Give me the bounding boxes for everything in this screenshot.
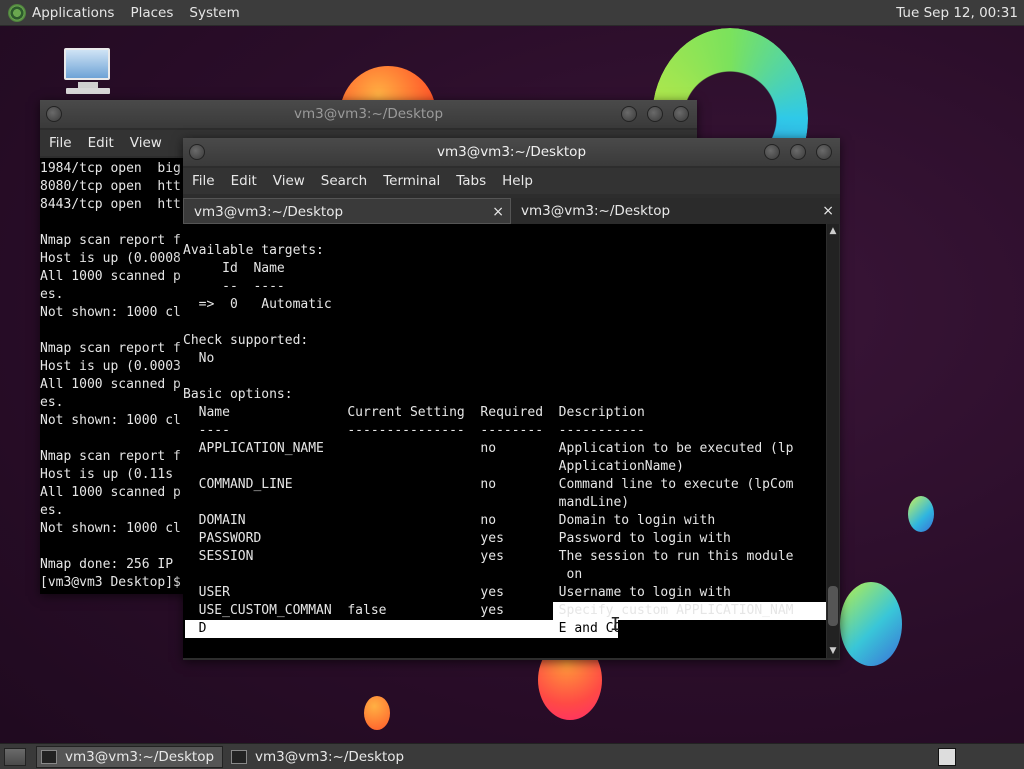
terminal-line: es.: [40, 503, 64, 518]
terminal-line: D E and COMMAND_LINE: [183, 621, 700, 636]
terminal-line: Check supported:: [183, 333, 309, 348]
decorative-blue-circle: [908, 496, 934, 532]
window-title: vm3@vm3:~/Desktop: [436, 144, 587, 160]
menu-help[interactable]: Help: [502, 173, 533, 189]
minimize-icon[interactable]: [764, 144, 780, 160]
terminal-line: [vm3@vm3 Desktop]$: [40, 575, 181, 590]
menu-file[interactable]: File: [192, 173, 215, 189]
tab-terminal-2[interactable]: vm3@vm3:~/Desktop ×: [511, 198, 840, 224]
terminal-window-front[interactable]: vm3@vm3:~/Desktop File Edit View Search …: [183, 138, 840, 660]
terminal-line: DOMAIN no Domain to login with: [183, 513, 716, 528]
scroll-down-arrow-icon[interactable]: ▼: [827, 644, 839, 658]
terminal-line: All 1000 scanned p: [40, 269, 181, 284]
scroll-up-arrow-icon[interactable]: ▲: [827, 224, 839, 238]
tab-bar: vm3@vm3:~/Desktop × vm3@vm3:~/Desktop ×: [183, 198, 840, 224]
taskbar-item-terminal-2[interactable]: vm3@vm3:~/Desktop: [227, 746, 412, 768]
menu-edit[interactable]: Edit: [231, 173, 257, 189]
show-desktop-icon[interactable]: [4, 747, 26, 766]
tab-close-icon[interactable]: ×: [822, 198, 834, 224]
terminal-line: Id Name: [183, 261, 285, 276]
terminal-line: USE_CUSTOM_COMMAN false yes Specify cust…: [183, 603, 794, 618]
terminal-line: Basic options:: [183, 387, 293, 402]
terminal-line: Name Current Setting Required Descriptio…: [183, 405, 645, 420]
terminal-line: 8443/tcp open htt: [40, 197, 181, 212]
menu-file[interactable]: File: [49, 135, 72, 151]
tab-terminal-1[interactable]: vm3@vm3:~/Desktop ×: [183, 198, 511, 224]
menu-system[interactable]: System: [189, 5, 239, 21]
maximize-icon[interactable]: [790, 144, 806, 160]
terminal-line: Nmap scan report f: [40, 449, 181, 464]
terminal-line: Nmap scan report f: [40, 341, 181, 356]
menu-terminal[interactable]: Terminal: [383, 173, 440, 189]
terminal-line: Nmap done: 256 IP: [40, 557, 174, 572]
terminal-line: Not shown: 1000 cl: [40, 305, 181, 320]
terminal-line: PASSWORD yes Password to login with: [183, 531, 731, 546]
terminal-line: es.: [40, 395, 64, 410]
workspace-switcher-icon[interactable]: [938, 747, 956, 766]
text-cursor-icon: I: [610, 614, 621, 635]
menu-view[interactable]: View: [273, 173, 305, 189]
terminal-line: APPLICATION_NAME no Application to be ex…: [183, 441, 794, 456]
close-icon[interactable]: [673, 106, 689, 122]
close-icon[interactable]: [816, 144, 832, 160]
tab-label: vm3@vm3:~/Desktop: [521, 203, 671, 219]
terminal-line: All 1000 scanned p: [40, 377, 181, 392]
terminal-line: -- ----: [183, 279, 285, 294]
terminal-line: Not shown: 1000 cl: [40, 521, 181, 536]
taskbar-item-terminal-1[interactable]: vm3@vm3:~/Desktop: [36, 745, 224, 768]
terminal-line: Host is up (0.0008: [40, 251, 181, 266]
taskbar-item-label: vm3@vm3:~/Desktop: [255, 748, 405, 765]
window-title: vm3@vm3:~/Desktop: [293, 106, 444, 122]
terminal-line: ---- --------------- -------- ----------…: [183, 423, 645, 438]
window-titlebar[interactable]: vm3@vm3:~/Desktop: [40, 100, 697, 128]
terminal-line: Host is up (0.0003: [40, 359, 181, 374]
window-menu-icon[interactable]: [46, 106, 62, 122]
minimize-icon[interactable]: [621, 106, 637, 122]
terminal-line: es.: [40, 287, 64, 302]
maximize-icon[interactable]: [647, 106, 663, 122]
terminal-line: Host is up (0.11s: [40, 467, 174, 482]
bottom-taskbar: vm3@vm3:~/Desktop vm3@vm3:~/Desktop: [0, 743, 1024, 769]
terminal-line: No: [183, 351, 215, 366]
terminal-scrollbar[interactable]: ▲ ▼: [827, 224, 839, 658]
scrollbar-thumb[interactable]: [828, 586, 838, 626]
terminal-line: ApplicationName): [183, 459, 684, 474]
terminal-line: 1984/tcp open big: [40, 161, 181, 176]
top-panel: Applications Places System Tue Sep 12, 0…: [0, 0, 1024, 26]
terminal-icon: [231, 749, 248, 764]
menubar: File Edit View Search Terminal Tabs Help: [183, 168, 840, 194]
menu-search[interactable]: Search: [321, 173, 367, 189]
terminal-line: 8080/tcp open htt: [40, 179, 181, 194]
decorative-blue-circle: [840, 582, 902, 666]
menu-places[interactable]: Places: [130, 5, 173, 21]
terminal-icon: [41, 749, 57, 764]
taskbar-item-label: vm3@vm3:~/Desktop: [65, 748, 215, 765]
terminal-line: mandLine): [183, 495, 630, 510]
tab-label: vm3@vm3:~/Desktop: [194, 204, 344, 220]
window-menu-icon[interactable]: [189, 144, 205, 160]
menu-applications[interactable]: Applications: [32, 5, 114, 21]
menu-view[interactable]: View: [130, 135, 162, 151]
terminal-line: on: [183, 567, 583, 582]
terminal-line: SESSION yes The session to run this modu…: [183, 549, 794, 564]
terminal-output[interactable]: Available targets: Id Name -- ---- => 0 …: [183, 224, 826, 658]
computer-desktop-icon[interactable]: [62, 46, 114, 96]
terminal-line: => 0 Automatic: [183, 297, 332, 312]
menu-tabs[interactable]: Tabs: [456, 173, 486, 189]
terminal-line: USER yes Username to login with: [183, 585, 731, 600]
clock[interactable]: Tue Sep 12, 00:31: [896, 5, 1018, 21]
terminal-line: COMMAND_LINE no Command line to execute …: [183, 477, 794, 492]
menu-edit[interactable]: Edit: [88, 135, 114, 151]
terminal-line: Not shown: 1000 cl: [40, 413, 181, 428]
decorative-orange-circle: [364, 696, 390, 730]
terminal-line: All 1000 scanned p: [40, 485, 181, 500]
distro-logo-icon[interactable]: [8, 3, 26, 22]
window-titlebar[interactable]: vm3@vm3:~/Desktop: [183, 138, 840, 166]
terminal-line: Nmap scan report f: [40, 233, 181, 248]
terminal-line: Available targets:: [183, 243, 324, 258]
tab-close-icon[interactable]: ×: [492, 199, 504, 225]
